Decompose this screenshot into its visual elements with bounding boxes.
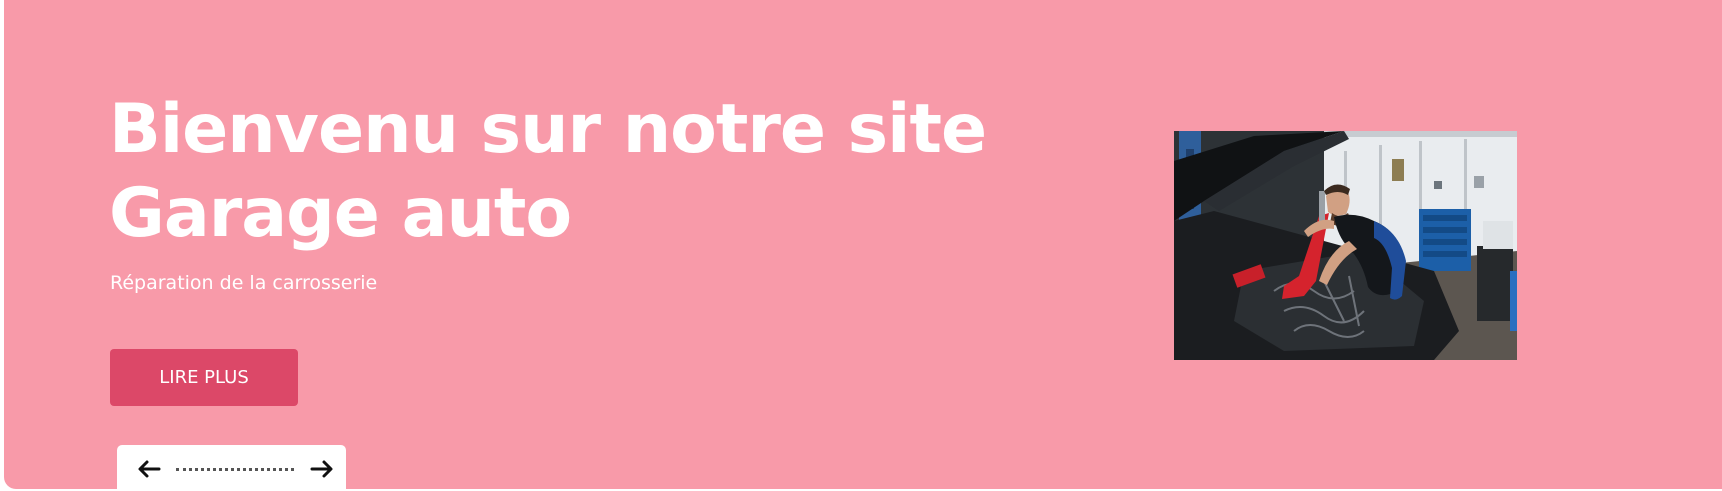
arrow-right-icon[interactable]: [308, 457, 336, 481]
hero-banner: Bienvenu sur notre site Garage auto Répa…: [4, 0, 1722, 489]
hero-subtitle: Réparation de la carrosserie: [110, 272, 378, 294]
slider-navigation: [117, 445, 346, 489]
mechanic-photo: [1174, 131, 1517, 360]
slider-progress-track: [176, 468, 294, 471]
read-more-button[interactable]: LIRE PLUS: [110, 349, 298, 406]
hero-title-line-2: Garage auto: [109, 174, 572, 253]
hero-title: Bienvenu sur notre site Garage auto: [109, 88, 987, 256]
hero-title-line-1: Bienvenu sur notre site: [109, 90, 987, 169]
arrow-left-icon[interactable]: [135, 457, 163, 481]
